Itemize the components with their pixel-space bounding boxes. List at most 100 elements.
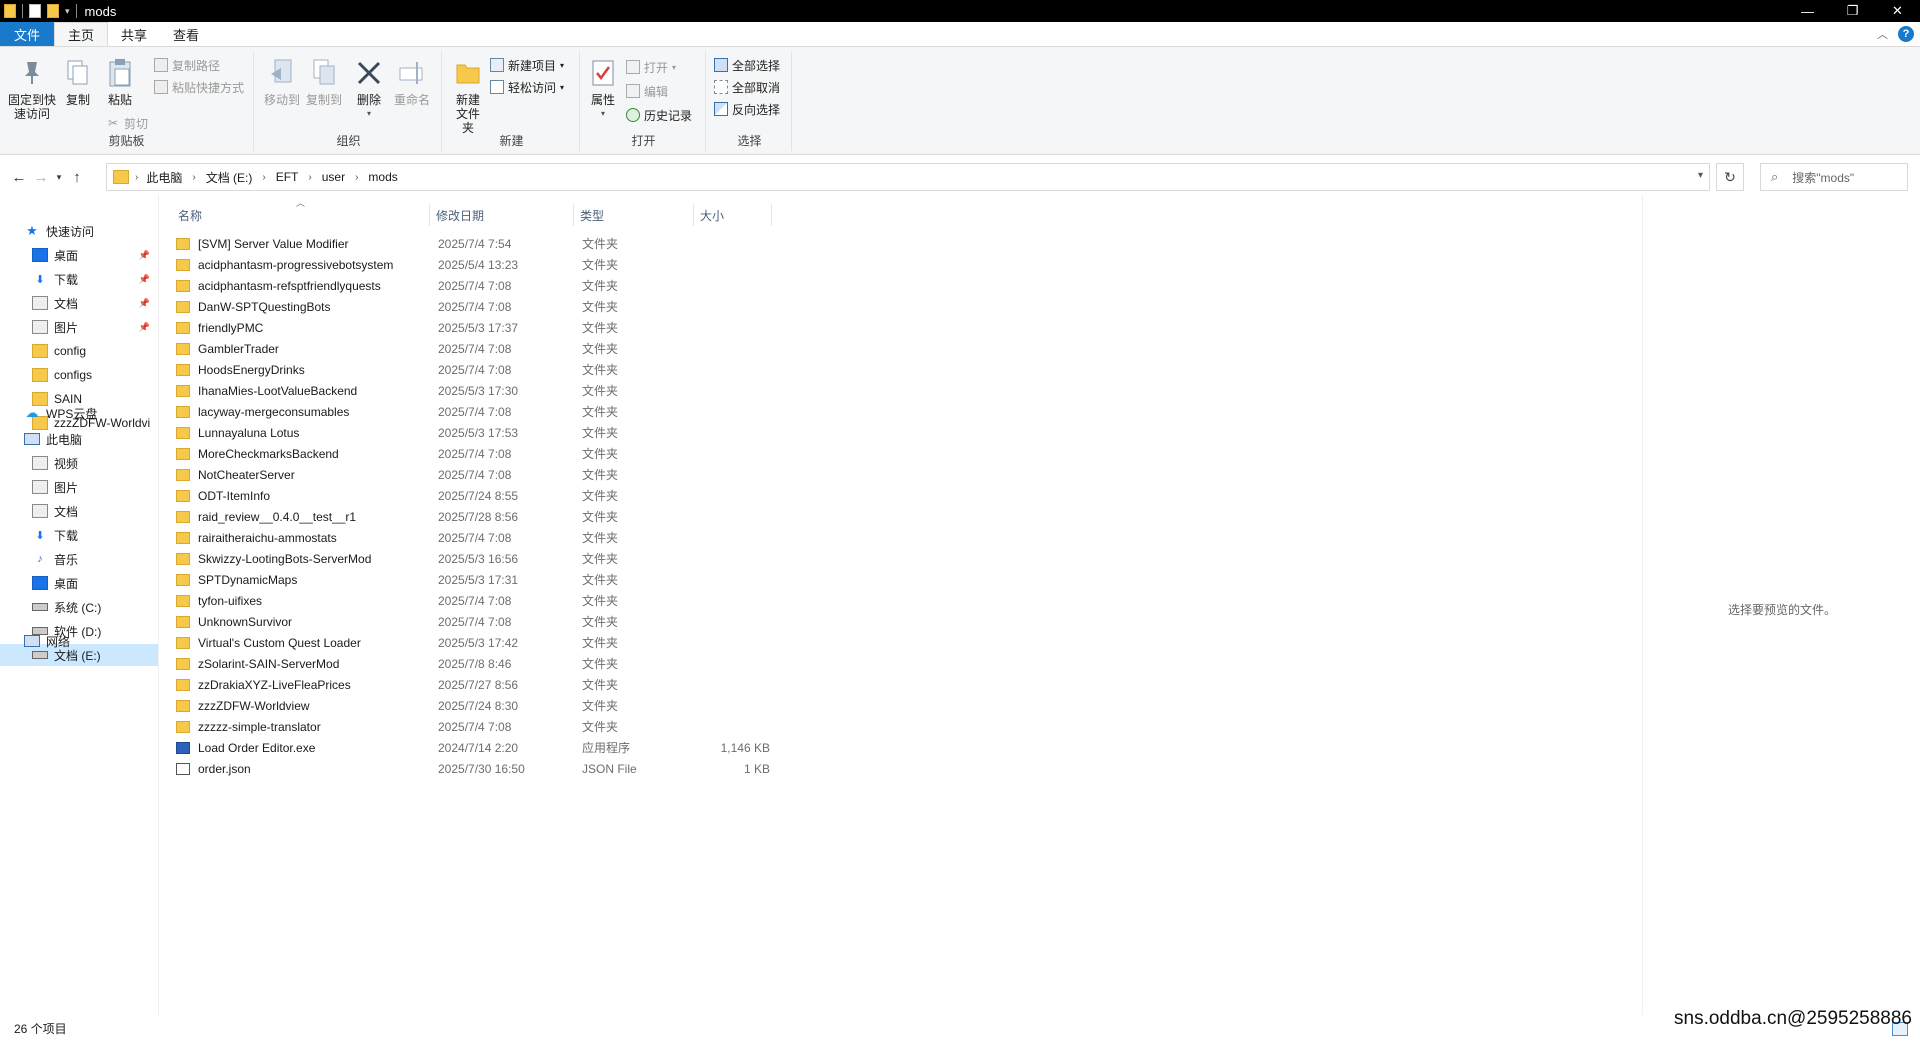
nav-pc-item[interactable]: 图片	[0, 476, 158, 498]
nav-network[interactable]: 网络	[0, 630, 158, 652]
nav-quick-item[interactable]: config	[0, 340, 158, 362]
pin-icon[interactable]: 📌	[139, 274, 150, 285]
file-row[interactable]: friendlyPMC 2025/5/3 17:37 文件夹	[172, 317, 772, 338]
nav-this-pc[interactable]: 此电脑	[0, 428, 158, 450]
pin-icon[interactable]: 📌	[139, 322, 150, 333]
breadcrumb-separator-icon[interactable]: ›	[192, 172, 195, 183]
nav-pc-item[interactable]: 桌面	[0, 572, 158, 594]
customize-toolbar-icon[interactable]: ▾	[65, 6, 70, 17]
rename-button[interactable]: 重命名	[392, 57, 432, 107]
file-row[interactable]: tyfon-uifixes 2025/7/4 7:08 文件夹	[172, 590, 772, 611]
file-row[interactable]: Load Order Editor.exe 2024/7/14 2:20 应用程序 1…	[172, 737, 772, 758]
tab-home[interactable]: 主页	[54, 22, 109, 46]
search-input[interactable]: ⌕ 搜索"mods"	[1760, 163, 1908, 191]
file-row[interactable]: MoreCheckmarksBackend 2025/7/4 7:08 文件夹	[172, 443, 772, 464]
select-all-button[interactable]: 全部选择	[714, 55, 780, 75]
file-row[interactable]: UnknownSurvivor 2025/7/4 7:08 文件夹	[172, 611, 772, 632]
file-row[interactable]: Skwizzy-LootingBots-ServerMod 2025/5/3 16…	[172, 548, 772, 569]
pane-divider[interactable]	[158, 195, 159, 1015]
file-row[interactable]: Virtual's Custom Quest Loader 2025/5/3 17…	[172, 632, 772, 653]
file-row[interactable]: Lunnayaluna Lotus 2025/5/3 17:53 文件夹	[172, 422, 772, 443]
pin-icon[interactable]: 📌	[139, 298, 150, 309]
breadcrumb-item[interactable]: mods	[368, 170, 397, 184]
edit-button[interactable]: 编辑	[626, 81, 668, 101]
file-row[interactable]: [SVM] Server Value Modifier 2025/7/4 7:54…	[172, 233, 772, 254]
tab-share[interactable]: 共享	[108, 22, 160, 46]
back-arrow-icon[interactable]: ←	[8, 165, 30, 189]
nav-quick-item[interactable]: 桌面 📌	[0, 244, 158, 266]
close-button[interactable]: ✕	[1875, 0, 1920, 22]
new-folder-button[interactable]: 新建文件夹	[448, 57, 488, 135]
address-bar[interactable]: › 此电脑 › 文档 (E:) › EFT › user › mods ▾	[106, 163, 1710, 191]
paste-shortcut-button[interactable]: 粘贴快捷方式	[154, 77, 244, 97]
new-item-button[interactable]: 新建项目 ▾	[490, 55, 564, 75]
move-to-button[interactable]: 移动到	[262, 57, 302, 107]
properties-icon[interactable]	[29, 4, 41, 18]
collapse-ribbon-icon[interactable]: ︿	[1877, 26, 1888, 42]
breadcrumb-item[interactable]: EFT	[276, 170, 299, 184]
help-icon[interactable]: ?	[1898, 26, 1914, 42]
breadcrumb-separator-icon[interactable]: ›	[262, 172, 265, 183]
history-button[interactable]: 历史记录	[626, 105, 692, 125]
nav-pc-item[interactable]: ♪ 音乐	[0, 548, 158, 570]
file-row[interactable]: zzzzz-simple-translator 2025/7/4 7:08 文件夹	[172, 716, 772, 737]
nav-wps-cloud[interactable]: ☁ WPS云盘	[0, 402, 158, 424]
minimize-button[interactable]: —	[1785, 0, 1830, 22]
copy-button[interactable]: 复制	[62, 57, 94, 107]
column-header-type[interactable]: 类型	[574, 204, 694, 226]
nav-pc-item[interactable]: 视频	[0, 452, 158, 474]
copy-path-button[interactable]: 复制路径	[154, 55, 220, 75]
nav-pc-item[interactable]: ⬇ 下载	[0, 524, 158, 546]
nav-pc-item[interactable]: 文档	[0, 500, 158, 522]
invert-selection-button[interactable]: 反向选择	[714, 99, 780, 119]
file-row[interactable]: SPTDynamicMaps 2025/5/3 17:31 文件夹	[172, 569, 772, 590]
column-header-size[interactable]: 大小	[694, 204, 772, 226]
breadcrumb-item[interactable]: user	[322, 170, 345, 184]
nav-quick-item[interactable]: configs	[0, 364, 158, 386]
breadcrumb-separator-icon[interactable]: ›	[308, 172, 311, 183]
easy-access-button[interactable]: 轻松访问 ▾	[490, 77, 564, 97]
file-row[interactable]: raid_review__0.4.0__test__r1 2025/7/28 8:…	[172, 506, 772, 527]
file-row[interactable]: lacyway-mergeconsumables 2025/7/4 7:08 文件夹	[172, 401, 772, 422]
file-row[interactable]: zzzZDFW-Worldview 2025/7/24 8:30 文件夹	[172, 695, 772, 716]
tab-view[interactable]: 查看	[160, 22, 212, 46]
file-row[interactable]: DanW-SPTQuestingBots 2025/7/4 7:08 文件夹	[172, 296, 772, 317]
recent-locations-chevron-icon[interactable]: ▾	[52, 165, 66, 189]
paste-button[interactable]: 粘贴	[102, 57, 138, 107]
column-header-date[interactable]: 修改日期	[430, 204, 574, 226]
file-row[interactable]: acidphantasm-progressivebotsystem 2025/5/…	[172, 254, 772, 275]
breadcrumb-item[interactable]: 文档 (E:)	[206, 169, 253, 186]
nav-quick-item[interactable]: ⬇ 下载 📌	[0, 268, 158, 290]
select-none-button[interactable]: 全部取消	[714, 77, 780, 97]
address-history-chevron-icon[interactable]: ▾	[1698, 170, 1703, 181]
nav-pc-item[interactable]: 系统 (C:)	[0, 596, 158, 618]
tab-file[interactable]: 文件	[0, 22, 55, 46]
nav-quick-access[interactable]: ★ 快速访问	[0, 220, 158, 242]
breadcrumb-separator-icon[interactable]: ›	[355, 172, 358, 183]
nav-quick-item[interactable]: 文档 📌	[0, 292, 158, 314]
file-row[interactable]: GamblerTrader 2025/7/4 7:08 文件夹	[172, 338, 772, 359]
file-row[interactable]: IhanaMies-LootValueBackend 2025/5/3 17:30…	[172, 380, 772, 401]
file-row[interactable]: acidphantasm-refsptfriendlyquests 2025/7/…	[172, 275, 772, 296]
up-arrow-icon[interactable]: ↑	[66, 165, 88, 189]
refresh-button[interactable]: ↻	[1716, 163, 1744, 191]
open-button[interactable]: 打开 ▾	[626, 57, 676, 77]
properties-button[interactable]: 属性 ▾	[586, 57, 620, 121]
cut-button[interactable]: ✂ 剪切	[106, 113, 148, 133]
column-header-name[interactable]: 名称	[172, 204, 430, 226]
file-row[interactable]: HoodsEnergyDrinks 2025/7/4 7:08 文件夹	[172, 359, 772, 380]
file-row[interactable]: order.json 2025/7/30 16:50 JSON File 1 KB	[172, 758, 772, 779]
restore-button[interactable]: ❐	[1830, 0, 1875, 22]
pin-icon[interactable]: 📌	[139, 250, 150, 261]
delete-button[interactable]: 删除 ▾	[354, 57, 384, 121]
copy-to-button[interactable]: 复制到	[304, 57, 344, 107]
file-row[interactable]: zzDrakiaXYZ-LiveFleaPrices 2025/7/27 8:56…	[172, 674, 772, 695]
forward-arrow-icon[interactable]: →	[30, 165, 52, 189]
file-row[interactable]: ODT-ItemInfo 2025/7/24 8:55 文件夹	[172, 485, 772, 506]
new-folder-icon[interactable]	[47, 4, 59, 18]
nav-quick-item[interactable]: 图片 📌	[0, 316, 158, 338]
breadcrumb-item[interactable]: 此电脑	[146, 169, 182, 186]
file-row[interactable]: NotCheaterServer 2025/7/4 7:08 文件夹	[172, 464, 772, 485]
pin-quick-access-button[interactable]: 固定到快速访问	[6, 57, 58, 121]
file-row[interactable]: zSolarint-SAIN-ServerMod 2025/7/8 8:46 文件夹	[172, 653, 772, 674]
